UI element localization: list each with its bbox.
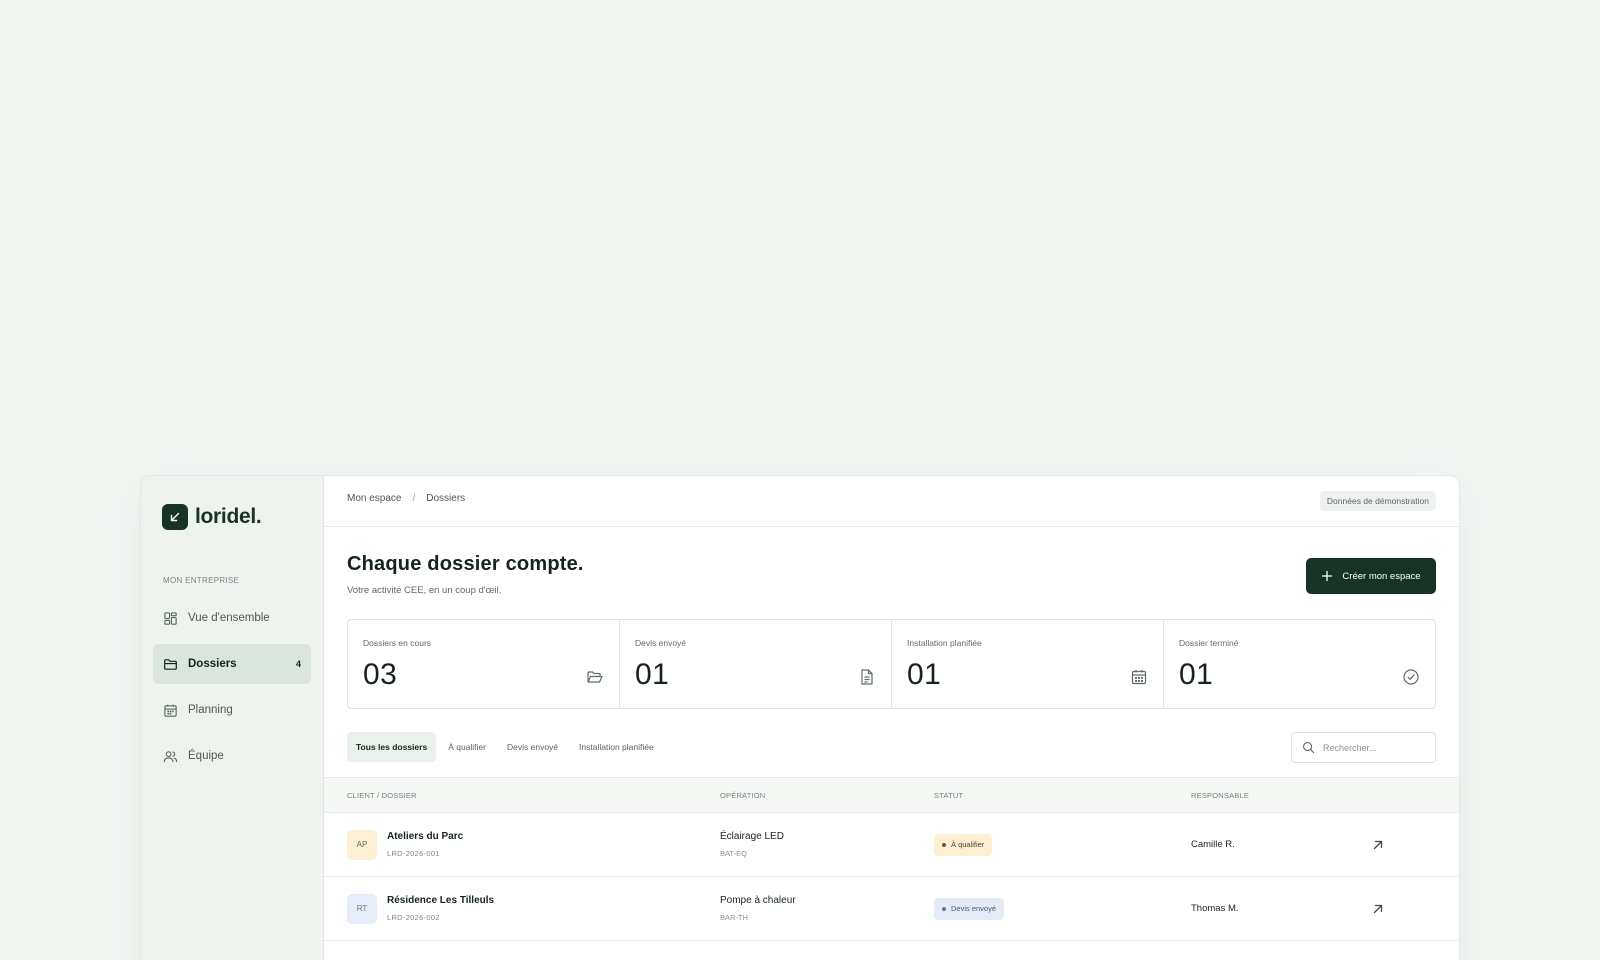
dossier-ref: LRD-2026-001 — [387, 849, 440, 858]
sidebar-item-label: Dossiers — [188, 658, 237, 670]
demo-data-badge: Données de démonstration — [1319, 491, 1436, 511]
calendar-icon — [164, 704, 177, 717]
responsable-cell: Thomas M. — [1191, 903, 1239, 914]
stat-label: Devis envoyé — [635, 638, 687, 648]
team-icon — [163, 750, 178, 762]
sidebar-item-label: Équipe — [188, 750, 224, 762]
operation-cell: Pompe à chaleur BAR-TH — [720, 895, 796, 922]
sidebar-item-label: Planning — [188, 704, 233, 716]
document-icon — [861, 669, 873, 685]
sidebar-nav: Vue d'ensemble Dossiers 4 Planning Équip… — [153, 598, 311, 776]
calendar-icon — [1131, 670, 1147, 685]
filter-bar: Tous les dossiers À qualifier Devis envo… — [347, 732, 1436, 763]
filter-tab-devis-envoye[interactable]: Devis envoyé — [498, 732, 567, 762]
search-input[interactable] — [1323, 742, 1423, 753]
status-label: À qualifier — [951, 840, 985, 849]
column-header-status[interactable]: STATUT — [934, 791, 963, 800]
sidebar-item-label: Vue d'ensemble — [188, 612, 270, 624]
operation-name: Éclairage LED — [720, 831, 784, 842]
sidebar-item-planning[interactable]: Planning — [153, 690, 311, 730]
stat-value: 03 — [363, 658, 398, 691]
stat-label: Installation planifiée — [907, 638, 982, 648]
client-name: Résidence Les Tilleuls — [387, 895, 495, 906]
client-cell: AP Ateliers du Parc LRD-2026-001 — [347, 829, 464, 860]
stat-card-installation: Installation planifiée 01 — [892, 620, 1164, 708]
folder-icon — [164, 658, 177, 670]
open-arrow-icon[interactable] — [1371, 902, 1385, 916]
breadcrumb-separator: / — [412, 492, 416, 504]
client-name: Ateliers du Parc — [387, 831, 464, 842]
client-avatar: RT — [347, 893, 377, 924]
stat-value: 01 — [907, 658, 942, 691]
stat-label: Dossier terminé — [1179, 638, 1239, 648]
topbar: Mon espace / Dossiers Données de démonst… — [324, 476, 1459, 527]
open-arrow-icon[interactable] — [1371, 838, 1385, 852]
table-row-partial — [324, 941, 1459, 960]
client-avatar: AP — [347, 829, 377, 860]
sidebar: loridel. MON ENTREPRISE Vue d'ensemble D… — [141, 476, 324, 960]
client-cell: RT Résidence Les Tilleuls LRD-2026-002 — [347, 893, 495, 924]
operation-name: Pompe à chaleur — [720, 895, 796, 906]
sidebar-item-equipe[interactable]: Équipe — [153, 736, 311, 776]
sidebar-item-overview[interactable]: Vue d'ensemble — [153, 598, 311, 638]
main-content: Mon espace / Dossiers Données de démonst… — [324, 476, 1459, 960]
logo[interactable]: loridel. — [153, 504, 311, 530]
stat-value: 01 — [1179, 658, 1214, 691]
filter-tab-a-qualifier[interactable]: À qualifier — [439, 732, 495, 762]
search-icon — [1303, 742, 1315, 754]
logo-arrow-icon — [162, 504, 188, 530]
stat-value: 01 — [635, 658, 670, 691]
plus-icon — [1322, 570, 1333, 582]
search-box[interactable] — [1291, 732, 1436, 763]
column-header-client[interactable]: CLIENT / DOSSIER — [347, 791, 417, 800]
table-header: CLIENT / DOSSIER OPÉRATION STATUT RESPON… — [324, 777, 1459, 813]
column-header-operation[interactable]: OPÉRATION — [720, 791, 765, 800]
stat-card-en-cours: Dossiers en cours 03 — [348, 620, 620, 708]
create-space-button[interactable]: Créer mon espace — [1306, 558, 1436, 594]
status-cell: Devis envoyé — [934, 897, 1005, 920]
breadcrumb-current: Dossiers — [426, 492, 466, 504]
responsable-cell: Camille R. — [1191, 839, 1235, 850]
filter-tab-installation[interactable]: Installation planifiée — [570, 732, 663, 762]
operation-code: BAR-TH — [720, 913, 748, 922]
stats-panel: Dossiers en cours 03 Devis envoyé 01 Ins… — [347, 619, 1436, 709]
status-badge: À qualifier — [934, 833, 993, 856]
page-title: Chaque dossier compte. — [347, 553, 584, 575]
dossiers-count-badge: 4 — [295, 659, 301, 669]
status-dot — [942, 842, 946, 847]
table-row[interactable]: RT Résidence Les Tilleuls LRD-2026-002 P… — [324, 877, 1459, 941]
breadcrumb: Mon espace / Dossiers — [347, 493, 465, 504]
dashboard-icon — [164, 611, 177, 625]
app-window: loridel. MON ENTREPRISE Vue d'ensemble D… — [140, 475, 1460, 960]
operation-cell: Éclairage LED BAT-EQ — [720, 831, 784, 858]
table-row[interactable]: AP Ateliers du Parc LRD-2026-001 Éclaira… — [324, 813, 1459, 877]
sidebar-section-label: MON ENTREPRISE — [163, 576, 240, 585]
stat-label: Dossiers en cours — [363, 638, 432, 648]
stat-card-termine: Dossier terminé 01 — [1164, 620, 1435, 708]
check-circle-icon — [1403, 669, 1419, 685]
brand-name: loridel. — [195, 505, 262, 528]
stat-card-devis: Devis envoyé 01 — [620, 620, 892, 708]
create-space-label: Créer mon espace — [1342, 570, 1421, 582]
status-label: Devis envoyé — [951, 904, 997, 913]
dossier-ref: LRD-2026-002 — [387, 913, 440, 922]
page-header: Chaque dossier compte. Votre activité CE… — [324, 527, 1459, 619]
dossiers-table: CLIENT / DOSSIER OPÉRATION STATUT RESPON… — [324, 777, 1459, 960]
sidebar-item-dossiers[interactable]: Dossiers 4 — [153, 644, 311, 684]
filter-tab-all[interactable]: Tous les dossiers — [347, 732, 437, 762]
column-header-responsable[interactable]: RESPONSABLE — [1191, 791, 1249, 800]
operation-code: BAT-EQ — [720, 849, 747, 858]
status-badge: Devis envoyé — [934, 897, 1005, 920]
status-dot — [942, 906, 946, 911]
breadcrumb-root[interactable]: Mon espace — [347, 493, 401, 504]
page-subtitle: Votre activité CEE, en un coup d'œil. — [347, 585, 502, 596]
status-cell: À qualifier — [934, 833, 993, 856]
folder-open-icon — [587, 671, 603, 683]
